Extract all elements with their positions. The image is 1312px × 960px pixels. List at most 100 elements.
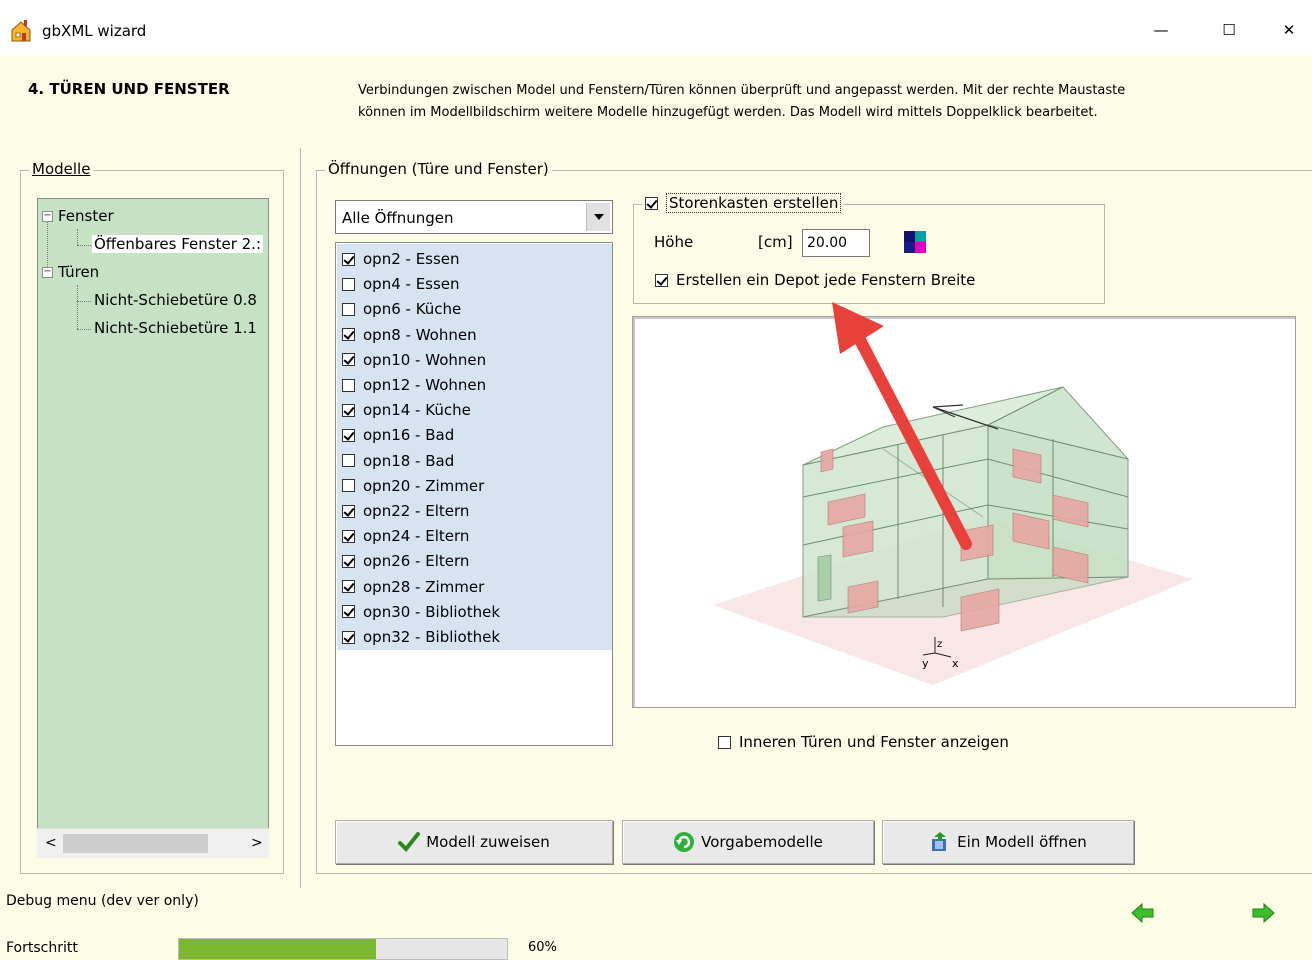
opening-label: opn26 - Eltern	[363, 552, 470, 571]
opening-list-item[interactable]: opn16 - Bad	[342, 423, 454, 447]
opening-list-item[interactable]: opn30 - Bibliothek	[342, 600, 500, 624]
tree-connector	[77, 285, 78, 329]
opening-checkbox[interactable]	[342, 403, 355, 417]
opening-checkbox[interactable]	[342, 479, 355, 493]
opening-list-item[interactable]: opn28 - Zimmer	[342, 575, 484, 599]
step-description: Verbindungen zwischen Model und Fenstern…	[358, 83, 1126, 120]
opening-checkbox[interactable]	[342, 504, 355, 518]
opening-list-item[interactable]: opn6 - Küche	[342, 297, 461, 321]
open-model-button[interactable]: Ein Modell öffnen	[882, 820, 1134, 864]
tree-node-schiebetuere-08[interactable]: Nicht-Schiebetüre 0.8	[94, 291, 257, 309]
hoehe-input[interactable]: 20.00	[802, 229, 870, 257]
collapse-fenster-icon[interactable]: −	[42, 211, 53, 222]
opening-label: opn14 - Küche	[363, 401, 471, 420]
opening-checkbox[interactable]	[342, 529, 355, 543]
opening-label: opn8 - Wohnen	[363, 325, 477, 344]
opening-filter-select[interactable]: Alle Öffnungen	[335, 200, 613, 234]
tree-node-schiebetuere-11[interactable]: Nicht-Schiebetüre 1.1	[94, 319, 257, 337]
opening-list-item[interactable]: opn24 - Eltern	[342, 524, 469, 548]
opening-list-item[interactable]: opn2 - Essen	[342, 247, 460, 271]
storenkasten-checkbox[interactable]	[645, 196, 658, 210]
opening-list-item[interactable]: opn14 - Küche	[342, 398, 471, 422]
opening-label: opn16 - Bad	[363, 426, 455, 445]
opening-checkbox[interactable]	[342, 580, 355, 594]
minimize-button[interactable]: —	[1138, 12, 1184, 48]
back-arrow-icon[interactable]	[1130, 900, 1156, 926]
title-bar	[0, 0, 1312, 56]
opening-label: opn6 - Küche	[363, 300, 462, 319]
depot-checkbox-row[interactable]: Erstellen ein Depot jede Fenstern Breite	[655, 271, 975, 289]
tree-node-tueren[interactable]: Türen	[58, 263, 99, 281]
tree-node-fenster[interactable]: Fenster	[58, 207, 114, 225]
inner-openings-checkbox[interactable]	[718, 735, 731, 749]
collapse-tueren-icon[interactable]: −	[42, 267, 53, 278]
open-model-label: Ein Modell öffnen	[957, 833, 1087, 851]
tree-connector	[77, 301, 91, 302]
depot-checkbox[interactable]	[655, 273, 668, 287]
assign-model-button[interactable]: Modell zuweisen	[335, 820, 613, 864]
window-title: gbXML wizard	[42, 22, 147, 40]
opening-checkbox[interactable]	[342, 277, 355, 291]
model-tree[interactable]: − Fenster Öffenbares Fenster 2.: − Türen…	[37, 198, 269, 858]
tree-node-oeffenbares-fenster[interactable]: Öffenbares Fenster 2.:	[92, 235, 264, 253]
opening-filter-value: Alle Öffnungen	[342, 209, 454, 227]
opening-label: opn30 - Bibliothek	[363, 602, 501, 621]
app-house-icon	[10, 20, 32, 42]
opening-list-item[interactable]: opn4 - Essen	[342, 272, 460, 296]
storenkasten-label: Storenkasten erstellen	[666, 193, 842, 213]
opening-checkbox[interactable]	[342, 353, 355, 367]
opening-list-item[interactable]: opn22 - Eltern	[342, 499, 469, 523]
opening-label: opn22 - Eltern	[363, 502, 470, 520]
opening-checkbox[interactable]	[342, 328, 355, 342]
default-models-button[interactable]: Vorgabemodelle	[622, 820, 874, 864]
tree-scroll-thumb[interactable]	[63, 834, 208, 853]
opening-list-item[interactable]: opn8 - Wohnen	[342, 323, 477, 347]
opening-checkbox[interactable]	[342, 428, 355, 442]
opening-checkbox[interactable]	[342, 252, 355, 266]
opening-list-item[interactable]: opn18 - Bad	[342, 449, 454, 473]
next-arrow-icon[interactable]	[1250, 900, 1276, 926]
tree-connector	[77, 229, 78, 245]
dropdown-arrow-icon[interactable]	[586, 203, 610, 231]
progress-bar	[178, 938, 508, 960]
opening-checkbox[interactable]	[342, 605, 355, 619]
opening-label: opn18 - Bad	[363, 451, 455, 470]
modelle-legend: Modelle	[29, 160, 94, 178]
opening-checkbox[interactable]	[342, 378, 355, 392]
checkmark-icon	[398, 832, 421, 852]
opening-list-item[interactable]: opn26 - Eltern	[342, 549, 469, 573]
opening-checkbox[interactable]	[342, 454, 355, 468]
unit-label: [cm]	[758, 233, 793, 251]
color-picker-icon[interactable]	[904, 231, 926, 253]
annotation-arrow	[832, 302, 972, 550]
inner-openings-label: Inneren Türen und Fenster anzeigen	[739, 733, 1009, 751]
tree-connector	[77, 329, 91, 330]
opening-list-item[interactable]: opn20 - Zimmer	[342, 474, 484, 498]
opening-checkbox[interactable]	[342, 302, 355, 316]
opening-checkbox[interactable]	[342, 554, 355, 568]
default-models-label: Vorgabemodelle	[701, 833, 823, 851]
assign-model-label: Modell zuweisen	[426, 833, 550, 851]
inner-openings-toggle-row[interactable]: Inneren Türen und Fenster anzeigen	[718, 733, 1009, 751]
scroll-right-icon[interactable]: >	[251, 835, 263, 851]
maximize-button[interactable]: ☐	[1206, 12, 1252, 48]
minimize-icon: —	[1153, 21, 1169, 39]
hoehe-label: Höhe	[654, 233, 694, 251]
opening-label: opn28 - Zimmer	[363, 577, 485, 596]
close-button[interactable]: ✕	[1266, 12, 1312, 48]
progress-fill	[179, 939, 376, 959]
debug-menu-link[interactable]: Debug menu (dev ver only)	[6, 893, 199, 909]
opening-list-item[interactable]: opn10 - Wohnen	[342, 348, 486, 372]
axis-x-label: x	[952, 657, 959, 670]
open-file-icon	[932, 832, 947, 851]
opening-checkbox[interactable]	[342, 630, 355, 644]
opening-label: opn2 - Essen	[363, 250, 460, 268]
scroll-left-icon[interactable]: <	[45, 835, 57, 851]
storenkasten-checkbox-row[interactable]: Storenkasten erstellen	[642, 193, 845, 213]
tree-connector	[47, 217, 48, 273]
opening-list[interactable]: opn2 - Essen opn4 - Essen opn6 - Küche opn8…	[335, 242, 613, 746]
opening-label: opn10 - Wohnen	[363, 350, 487, 369]
opening-list-item[interactable]: opn32 - Bibliothek	[342, 625, 500, 649]
panel-separator	[300, 148, 302, 888]
opening-list-item[interactable]: opn12 - Wohnen	[342, 373, 486, 397]
